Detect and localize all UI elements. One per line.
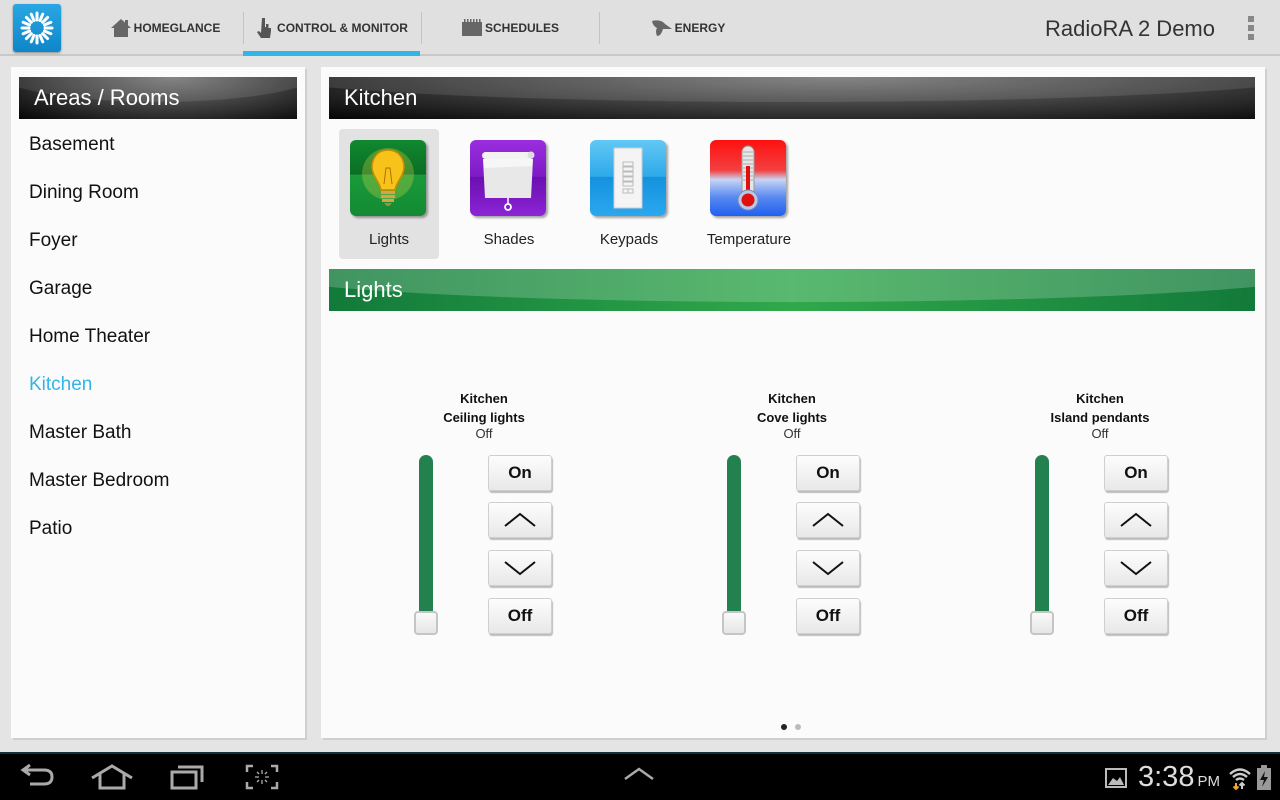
room-header: Kitchen bbox=[329, 77, 1255, 119]
zone-island-pendants: Kitchen Island pendants Off On Off bbox=[1010, 387, 1190, 647]
tab-label: ENERGY bbox=[674, 21, 726, 35]
home-icon[interactable] bbox=[90, 764, 134, 795]
thermometer-icon bbox=[710, 140, 786, 216]
room-item-garage[interactable]: Garage bbox=[11, 265, 305, 313]
tab-label: SCHEDULES bbox=[484, 21, 559, 35]
on-button[interactable]: On bbox=[488, 455, 552, 491]
chevron-down-icon bbox=[1120, 561, 1152, 576]
keypad-icon bbox=[590, 140, 666, 216]
house-icon bbox=[110, 18, 132, 38]
on-button[interactable]: On bbox=[1104, 455, 1168, 491]
areas-panel: Areas / Rooms Basement Dining Room Foyer… bbox=[11, 67, 305, 738]
room-item-master-bath[interactable]: Master Bath bbox=[11, 409, 305, 457]
tab-label: HOMEGLANCE bbox=[133, 21, 221, 35]
zone-name: Ceiling lights bbox=[443, 410, 525, 425]
shade-icon bbox=[470, 140, 546, 216]
energy-leaf-icon bbox=[651, 19, 673, 37]
level-slider[interactable] bbox=[727, 455, 741, 615]
zone-area: Kitchen bbox=[460, 391, 508, 406]
zone-area: Kitchen bbox=[768, 391, 816, 406]
category-label: Keypads bbox=[599, 231, 659, 248]
room-title: Kitchen bbox=[344, 85, 418, 110]
room-item-patio[interactable]: Patio bbox=[11, 505, 305, 553]
zone-status: Off bbox=[475, 426, 493, 441]
category-row: Lights Shades Keypads Temperature bbox=[339, 129, 819, 259]
category-temperature[interactable]: Temperature bbox=[699, 129, 799, 259]
room-item-master-bedroom[interactable]: Master Bedroom bbox=[11, 457, 305, 505]
tab-energy[interactable]: ENERGY bbox=[599, 0, 777, 56]
zone-area: Kitchen bbox=[1076, 391, 1124, 406]
wifi-icon[interactable] bbox=[1228, 766, 1252, 795]
room-item-kitchen[interactable]: Kitchen bbox=[11, 361, 305, 409]
room-panel: Kitchen Lights Shades Keypads Temperatur… bbox=[321, 67, 1265, 738]
calendar-icon bbox=[461, 19, 483, 37]
room-item-home-theater[interactable]: Home Theater bbox=[11, 313, 305, 361]
chevron-up-icon[interactable] bbox=[622, 764, 656, 789]
level-slider[interactable] bbox=[419, 455, 433, 615]
off-button[interactable]: Off bbox=[796, 598, 860, 634]
category-label: Shades bbox=[483, 231, 535, 248]
battery-charging-icon[interactable] bbox=[1257, 765, 1271, 796]
chevron-up-icon bbox=[1120, 512, 1152, 527]
tab-control-monitor[interactable]: CONTROL & MONITOR bbox=[243, 0, 420, 56]
page-indicator bbox=[781, 724, 801, 730]
tab-homeglance[interactable]: HOMEGLANCE bbox=[90, 0, 240, 56]
lower-button[interactable] bbox=[1104, 550, 1168, 586]
zone-cove-lights: Kitchen Cove lights Off On Off bbox=[702, 387, 882, 647]
action-bar: HOMEGLANCE CONTROL & MONITOR SCHEDULES E… bbox=[0, 0, 1280, 56]
room-item-dining-room[interactable]: Dining Room bbox=[11, 169, 305, 217]
overflow-menu-icon[interactable] bbox=[1248, 16, 1254, 40]
chevron-down-icon bbox=[812, 561, 844, 576]
off-button[interactable]: Off bbox=[488, 598, 552, 634]
section-title: Lights bbox=[344, 277, 403, 302]
gallery-notification-icon[interactable] bbox=[1105, 768, 1127, 793]
on-button[interactable]: On bbox=[796, 455, 860, 491]
raise-button[interactable] bbox=[488, 502, 552, 538]
category-label: Lights bbox=[368, 231, 410, 248]
room-item-foyer[interactable]: Foyer bbox=[11, 217, 305, 265]
zone-name: Cove lights bbox=[756, 410, 828, 425]
chevron-up-icon bbox=[504, 512, 536, 527]
category-label: Temperature bbox=[706, 231, 792, 248]
lower-button[interactable] bbox=[796, 550, 860, 586]
tab-schedules[interactable]: SCHEDULES bbox=[421, 0, 599, 56]
zone-status: Off bbox=[783, 426, 801, 441]
lutron-sunburst-icon[interactable] bbox=[13, 4, 61, 52]
raise-button[interactable] bbox=[796, 502, 860, 538]
category-keypads[interactable]: Keypads bbox=[579, 129, 679, 259]
recent-apps-icon[interactable] bbox=[170, 764, 206, 795]
hand-pointer-icon bbox=[255, 17, 275, 39]
zone-status: Off bbox=[1091, 426, 1109, 441]
clock-time: 3:38 bbox=[1138, 761, 1195, 793]
off-button[interactable]: Off bbox=[1104, 598, 1168, 634]
level-slider-thumb[interactable] bbox=[722, 611, 746, 635]
room-item-basement[interactable]: Basement bbox=[11, 121, 305, 169]
level-slider[interactable] bbox=[1035, 455, 1049, 615]
tab-label: CONTROL & MONITOR bbox=[277, 21, 408, 35]
lower-button[interactable] bbox=[488, 550, 552, 586]
areas-title: Areas / Rooms bbox=[34, 85, 180, 110]
level-slider-thumb[interactable] bbox=[414, 611, 438, 635]
system-bar: 3:38 PM bbox=[0, 752, 1280, 800]
zone-ceiling-lights: Kitchen Ceiling lights Off On Off bbox=[394, 387, 574, 647]
zone-name: Island pendants bbox=[1050, 410, 1150, 425]
clock-ampm: PM bbox=[1197, 773, 1220, 790]
raise-button[interactable] bbox=[1104, 502, 1168, 538]
back-icon[interactable] bbox=[18, 763, 56, 795]
category-lights[interactable]: Lights bbox=[339, 129, 439, 259]
page-dot-1[interactable] bbox=[781, 724, 787, 730]
app-title: RadioRA 2 Demo bbox=[1045, 16, 1215, 41]
level-slider-thumb[interactable] bbox=[1030, 611, 1054, 635]
lights-section-header: Lights bbox=[329, 269, 1255, 311]
lightbulb-icon bbox=[350, 140, 426, 216]
chevron-down-icon bbox=[504, 561, 536, 576]
clock[interactable]: 3:38 PM bbox=[1138, 761, 1220, 794]
room-list: Basement Dining Room Foyer Garage Home T… bbox=[11, 121, 305, 553]
chevron-up-icon bbox=[812, 512, 844, 527]
page-dot-2[interactable] bbox=[795, 724, 801, 730]
screenshot-icon[interactable] bbox=[245, 764, 279, 795]
areas-header: Areas / Rooms bbox=[19, 77, 297, 119]
category-shades[interactable]: Shades bbox=[459, 129, 559, 259]
